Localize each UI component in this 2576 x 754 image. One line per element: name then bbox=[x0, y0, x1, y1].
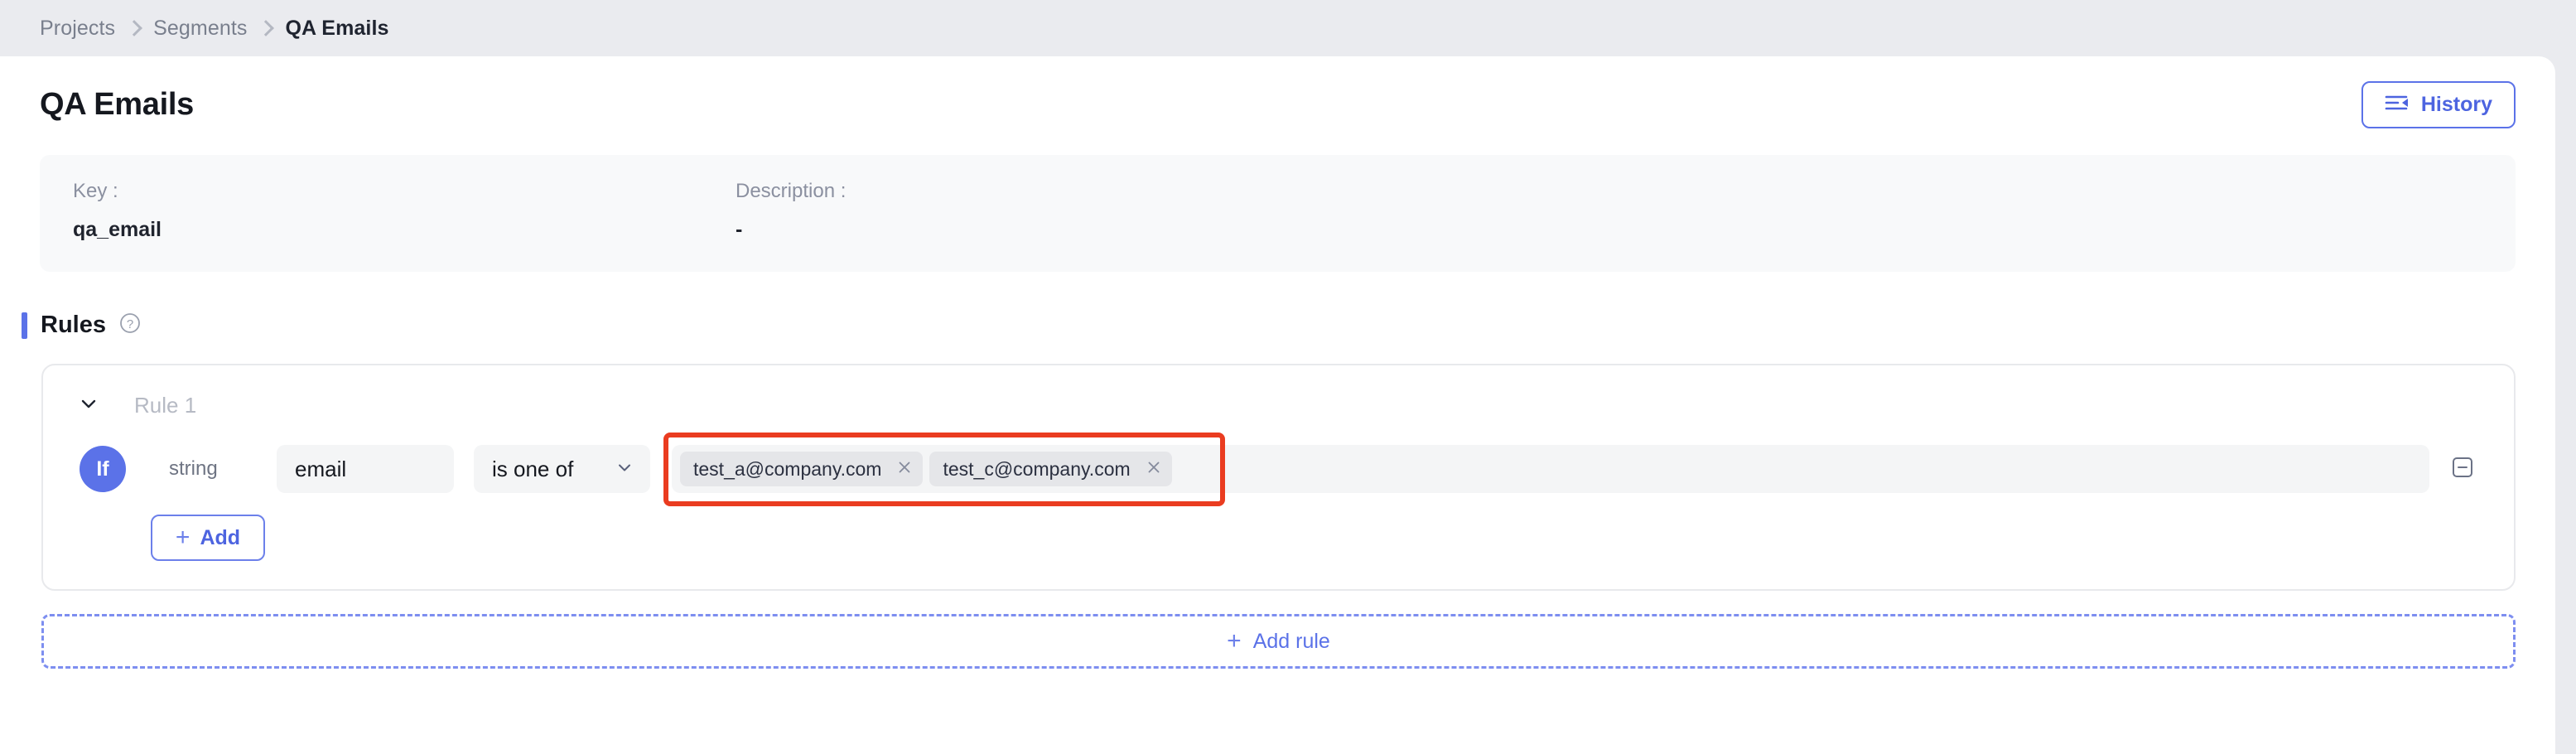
history-button[interactable]: History bbox=[2361, 81, 2516, 128]
operator-select-value: is one of bbox=[492, 457, 573, 482]
page-title: QA Emails bbox=[40, 87, 194, 123]
plus-icon: + bbox=[176, 525, 191, 550]
rule-card: Rule 1 If string email is one of test_a@… bbox=[41, 364, 2516, 591]
tag-label: test_a@company.com bbox=[693, 458, 881, 481]
chevron-down-icon[interactable] bbox=[78, 393, 99, 418]
values-field-wrapper: test_a@company.com test_c@company.com bbox=[672, 445, 2429, 493]
tag-item: test_a@company.com bbox=[680, 452, 923, 486]
plus-icon: + bbox=[1227, 629, 1242, 654]
add-rule-label: Add rule bbox=[1253, 630, 1330, 654]
key-value: qa_email bbox=[73, 218, 736, 242]
description-column: Description : - bbox=[736, 180, 1398, 242]
add-condition-button[interactable]: + Add bbox=[151, 515, 265, 561]
key-label: Key : bbox=[73, 180, 736, 203]
key-column: Key : qa_email bbox=[73, 180, 736, 242]
breadcrumb-item-segments[interactable]: Segments bbox=[153, 17, 247, 41]
section-accent-bar bbox=[22, 312, 27, 339]
chevron-right-icon bbox=[258, 20, 275, 36]
tag-label: test_c@company.com bbox=[943, 458, 1130, 481]
tag-item: test_c@company.com bbox=[929, 452, 1171, 486]
operator-select[interactable]: is one of bbox=[474, 445, 650, 493]
page-panel: QA Emails History Key : qa_email Descrip… bbox=[0, 56, 2555, 754]
chevron-right-icon bbox=[126, 20, 142, 36]
breadcrumb-item-current: QA Emails bbox=[285, 17, 388, 41]
condition-type-label: string bbox=[169, 457, 239, 481]
attribute-field[interactable]: email bbox=[277, 445, 454, 493]
add-condition-label: Add bbox=[200, 526, 240, 550]
meta-info-panel: Key : qa_email Description : - bbox=[40, 155, 2516, 272]
breadcrumb-item-projects[interactable]: Projects bbox=[40, 17, 115, 41]
if-badge[interactable]: If bbox=[80, 446, 126, 492]
rule-card-header: Rule 1 bbox=[70, 387, 2487, 423]
history-button-label: History bbox=[2421, 93, 2492, 117]
breadcrumb: Projects Segments QA Emails bbox=[0, 0, 2576, 56]
close-icon[interactable] bbox=[896, 459, 913, 480]
rules-section-title: Rules bbox=[41, 312, 106, 339]
minus-square-icon[interactable] bbox=[2451, 456, 2474, 483]
description-label: Description : bbox=[736, 180, 1398, 203]
condition-row: If string email is one of test_a@company… bbox=[70, 445, 2487, 493]
question-circle-icon[interactable]: ? bbox=[119, 312, 141, 338]
menu-fold-icon bbox=[2385, 93, 2410, 117]
rules-section-header: Rules ? bbox=[22, 312, 2555, 339]
chevron-down-icon bbox=[615, 457, 634, 482]
close-icon[interactable] bbox=[1146, 459, 1162, 480]
description-value: - bbox=[736, 218, 1398, 242]
add-rule-button[interactable]: + Add rule bbox=[41, 614, 2516, 669]
values-tag-input[interactable]: test_a@company.com test_c@company.com bbox=[672, 445, 2429, 493]
rule-name-input[interactable]: Rule 1 bbox=[134, 393, 196, 418]
svg-text:?: ? bbox=[127, 317, 133, 331]
page-header: QA Emails History bbox=[0, 56, 2555, 128]
